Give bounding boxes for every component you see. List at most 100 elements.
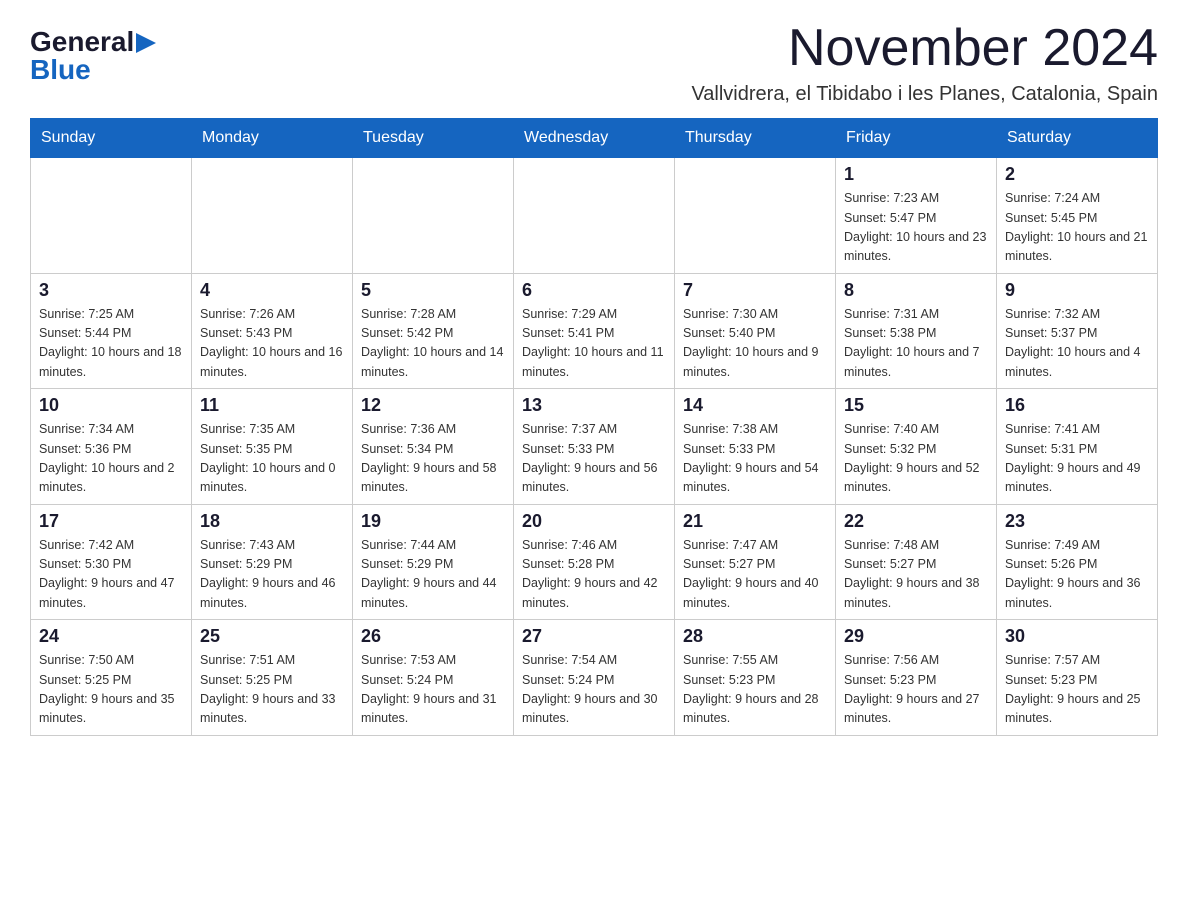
day-info: Sunrise: 7:23 AMSunset: 5:47 PMDaylight:… — [844, 189, 988, 267]
calendar-cell: 27 Sunrise: 7:54 AMSunset: 5:24 PMDayligh… — [514, 620, 675, 736]
day-info: Sunrise: 7:49 AMSunset: 5:26 PMDaylight:… — [1005, 536, 1149, 614]
calendar-week-row: 17 Sunrise: 7:42 AMSunset: 5:30 PMDayligh… — [31, 504, 1158, 620]
day-number: 11 — [200, 395, 344, 416]
day-info: Sunrise: 7:25 AMSunset: 5:44 PMDaylight:… — [39, 305, 183, 383]
calendar-cell: 26 Sunrise: 7:53 AMSunset: 5:24 PMDayligh… — [353, 620, 514, 736]
calendar-cell: 19 Sunrise: 7:44 AMSunset: 5:29 PMDayligh… — [353, 504, 514, 620]
calendar-cell: 24 Sunrise: 7:50 AMSunset: 5:25 PMDayligh… — [31, 620, 192, 736]
day-number: 17 — [39, 511, 183, 532]
day-info: Sunrise: 7:31 AMSunset: 5:38 PMDaylight:… — [844, 305, 988, 383]
day-info: Sunrise: 7:43 AMSunset: 5:29 PMDaylight:… — [200, 536, 344, 614]
day-number: 5 — [361, 280, 505, 301]
day-info: Sunrise: 7:46 AMSunset: 5:28 PMDaylight:… — [522, 536, 666, 614]
day-number: 26 — [361, 626, 505, 647]
day-info: Sunrise: 7:26 AMSunset: 5:43 PMDaylight:… — [200, 305, 344, 383]
calendar-cell: 23 Sunrise: 7:49 AMSunset: 5:26 PMDayligh… — [997, 504, 1158, 620]
calendar-header-row: SundayMondayTuesdayWednesdayThursdayFrid… — [31, 119, 1158, 158]
day-info: Sunrise: 7:30 AMSunset: 5:40 PMDaylight:… — [683, 305, 827, 383]
calendar-cell — [192, 158, 353, 274]
day-info: Sunrise: 7:40 AMSunset: 5:32 PMDaylight:… — [844, 420, 988, 498]
day-info: Sunrise: 7:41 AMSunset: 5:31 PMDaylight:… — [1005, 420, 1149, 498]
header-tuesday: Tuesday — [353, 119, 514, 158]
day-number: 24 — [39, 626, 183, 647]
day-info: Sunrise: 7:37 AMSunset: 5:33 PMDaylight:… — [522, 420, 666, 498]
day-info: Sunrise: 7:53 AMSunset: 5:24 PMDaylight:… — [361, 651, 505, 729]
day-number: 25 — [200, 626, 344, 647]
logo-general-text: General — [30, 28, 134, 56]
day-info: Sunrise: 7:55 AMSunset: 5:23 PMDaylight:… — [683, 651, 827, 729]
day-number: 22 — [844, 511, 988, 532]
day-info: Sunrise: 7:54 AMSunset: 5:24 PMDaylight:… — [522, 651, 666, 729]
month-title: November 2024 — [691, 20, 1158, 77]
calendar-cell: 20 Sunrise: 7:46 AMSunset: 5:28 PMDayligh… — [514, 504, 675, 620]
header-monday: Monday — [192, 119, 353, 158]
day-number: 21 — [683, 511, 827, 532]
calendar-cell — [514, 158, 675, 274]
day-number: 7 — [683, 280, 827, 301]
calendar-cell: 25Sunrise: 7:51 AMSunset: 5:25 PMDayligh… — [192, 620, 353, 736]
calendar-cell: 1 Sunrise: 7:23 AMSunset: 5:47 PMDaylight… — [836, 158, 997, 274]
day-number: 13 — [522, 395, 666, 416]
day-number: 19 — [361, 511, 505, 532]
day-number: 4 — [200, 280, 344, 301]
header-saturday: Saturday — [997, 119, 1158, 158]
calendar-cell: 28 Sunrise: 7:55 AMSunset: 5:23 PMDayligh… — [675, 620, 836, 736]
day-number: 18 — [200, 511, 344, 532]
calendar-cell — [353, 158, 514, 274]
calendar-cell: 14Sunrise: 7:38 AMSunset: 5:33 PMDayligh… — [675, 389, 836, 505]
calendar-cell: 5 Sunrise: 7:28 AMSunset: 5:42 PMDaylight… — [353, 273, 514, 389]
calendar-week-row: 10 Sunrise: 7:34 AMSunset: 5:36 PMDayligh… — [31, 389, 1158, 505]
day-number: 28 — [683, 626, 827, 647]
day-number: 9 — [1005, 280, 1149, 301]
calendar-cell: 7 Sunrise: 7:30 AMSunset: 5:40 PMDaylight… — [675, 273, 836, 389]
day-number: 27 — [522, 626, 666, 647]
calendar-cell: 13 Sunrise: 7:37 AMSunset: 5:33 PMDayligh… — [514, 389, 675, 505]
day-number: 3 — [39, 280, 183, 301]
calendar-cell: 16 Sunrise: 7:41 AMSunset: 5:31 PMDayligh… — [997, 389, 1158, 505]
calendar-cell: 8Sunrise: 7:31 AMSunset: 5:38 PMDaylight… — [836, 273, 997, 389]
calendar-cell: 30Sunrise: 7:57 AMSunset: 5:23 PMDayligh… — [997, 620, 1158, 736]
calendar-cell — [675, 158, 836, 274]
day-info: Sunrise: 7:48 AMSunset: 5:27 PMDaylight:… — [844, 536, 988, 614]
calendar-cell: 17 Sunrise: 7:42 AMSunset: 5:30 PMDayligh… — [31, 504, 192, 620]
header-sunday: Sunday — [31, 119, 192, 158]
header-thursday: Thursday — [675, 119, 836, 158]
logo-arrow-icon — [136, 33, 156, 53]
day-info: Sunrise: 7:50 AMSunset: 5:25 PMDaylight:… — [39, 651, 183, 729]
calendar-cell: 9 Sunrise: 7:32 AMSunset: 5:37 PMDaylight… — [997, 273, 1158, 389]
calendar-cell: 6Sunrise: 7:29 AMSunset: 5:41 PMDaylight… — [514, 273, 675, 389]
day-info: Sunrise: 7:28 AMSunset: 5:42 PMDaylight:… — [361, 305, 505, 383]
calendar-cell: 22 Sunrise: 7:48 AMSunset: 5:27 PMDayligh… — [836, 504, 997, 620]
page-header: General Blue November 2024 Vallvidrera, … — [30, 20, 1158, 106]
calendar-week-row: 3 Sunrise: 7:25 AMSunset: 5:44 PMDaylight… — [31, 273, 1158, 389]
day-info: Sunrise: 7:36 AMSunset: 5:34 PMDaylight:… — [361, 420, 505, 498]
day-number: 20 — [522, 511, 666, 532]
day-info: Sunrise: 7:29 AMSunset: 5:41 PMDaylight:… — [522, 305, 666, 383]
calendar-cell: 2 Sunrise: 7:24 AMSunset: 5:45 PMDaylight… — [997, 158, 1158, 274]
day-number: 12 — [361, 395, 505, 416]
calendar-cell — [31, 158, 192, 274]
day-info: Sunrise: 7:47 AMSunset: 5:27 PMDaylight:… — [683, 536, 827, 614]
location-title: Vallvidrera, el Tibidabo i les Planes, C… — [691, 83, 1158, 106]
calendar-cell: 18 Sunrise: 7:43 AMSunset: 5:29 PMDayligh… — [192, 504, 353, 620]
day-number: 16 — [1005, 395, 1149, 416]
day-number: 29 — [844, 626, 988, 647]
day-info: Sunrise: 7:42 AMSunset: 5:30 PMDaylight:… — [39, 536, 183, 614]
day-info: Sunrise: 7:24 AMSunset: 5:45 PMDaylight:… — [1005, 189, 1149, 267]
day-number: 10 — [39, 395, 183, 416]
day-number: 15 — [844, 395, 988, 416]
calendar-cell: 21 Sunrise: 7:47 AMSunset: 5:27 PMDayligh… — [675, 504, 836, 620]
title-section: November 2024 Vallvidrera, el Tibidabo i… — [691, 20, 1158, 106]
day-number: 23 — [1005, 511, 1149, 532]
day-number: 2 — [1005, 164, 1149, 185]
calendar-week-row: 1 Sunrise: 7:23 AMSunset: 5:47 PMDaylight… — [31, 158, 1158, 274]
day-info: Sunrise: 7:34 AMSunset: 5:36 PMDaylight:… — [39, 420, 183, 498]
day-info: Sunrise: 7:32 AMSunset: 5:37 PMDaylight:… — [1005, 305, 1149, 383]
header-friday: Friday — [836, 119, 997, 158]
day-info: Sunrise: 7:44 AMSunset: 5:29 PMDaylight:… — [361, 536, 505, 614]
day-info: Sunrise: 7:56 AMSunset: 5:23 PMDaylight:… — [844, 651, 988, 729]
calendar-cell: 12 Sunrise: 7:36 AMSunset: 5:34 PMDayligh… — [353, 389, 514, 505]
day-number: 1 — [844, 164, 988, 185]
logo-blue-text: Blue — [30, 56, 91, 84]
calendar-cell: 4 Sunrise: 7:26 AMSunset: 5:43 PMDaylight… — [192, 273, 353, 389]
